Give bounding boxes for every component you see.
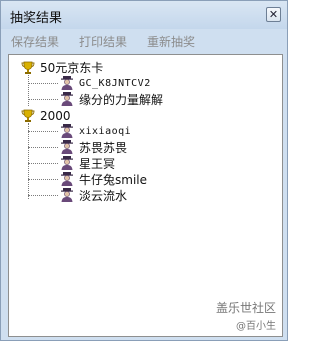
watermark-site: 盖乐世社区 xyxy=(215,301,276,315)
tree-user-label: 淡云流水 xyxy=(79,189,128,203)
watermark-author: @百小生 xyxy=(236,321,276,332)
tree-connector xyxy=(28,75,29,106)
tree-group-label: 2000 xyxy=(40,109,71,123)
user-avatar-icon xyxy=(61,188,73,202)
tree-user-label: 苏畏苏畏 xyxy=(79,141,128,155)
user-avatar-icon xyxy=(61,92,73,106)
user-avatar-icon xyxy=(61,140,73,154)
tree-connector xyxy=(28,179,58,180)
user-avatar-icon xyxy=(61,76,73,90)
user-avatar-icon xyxy=(61,172,73,186)
tree-connector xyxy=(28,131,58,132)
tree-connector xyxy=(28,163,58,164)
tree-user-label: 星王冥 xyxy=(79,157,116,171)
user-avatar-icon xyxy=(61,156,73,170)
tree-connector xyxy=(28,99,58,100)
trophy-icon xyxy=(21,109,35,122)
lottery-result-window: 抽奖结果 ✕ 保存结果 打印结果 重新抽奖 50元京东卡 GC_K8JNTCV2… xyxy=(0,0,288,341)
menu-item-save-results[interactable]: 保存结果 xyxy=(11,33,59,50)
tree-group-label: 50元京东卡 xyxy=(40,61,104,75)
close-icon: ✕ xyxy=(268,8,279,21)
window-title: 抽奖结果 xyxy=(10,11,63,26)
tree-connector xyxy=(28,195,58,196)
tree-connector xyxy=(28,147,58,148)
tree-connector xyxy=(28,83,58,84)
tree-connector xyxy=(28,123,29,199)
menu-bar: 保存结果 打印结果 重新抽奖 xyxy=(7,30,281,50)
tree-user-label: xixiaoqi xyxy=(79,126,132,137)
close-button[interactable]: ✕ xyxy=(266,7,281,22)
tree-user-label: 牛仔兔smile xyxy=(79,173,147,187)
tree-user-label: 缘分的力量解解 xyxy=(79,93,164,107)
trophy-icon xyxy=(21,61,35,74)
user-avatar-icon xyxy=(61,124,73,138)
menu-item-redraw[interactable]: 重新抽奖 xyxy=(147,33,195,50)
title-bar: 抽奖结果 ✕ xyxy=(1,1,287,29)
tree-user-label: GC_K8JNTCV2 xyxy=(79,78,151,89)
result-tree[interactable]: 50元京东卡 GC_K8JNTCV2 缘分的力量解解 2000 xixiaoqi… xyxy=(8,54,283,337)
menu-item-print-results[interactable]: 打印结果 xyxy=(79,33,127,50)
